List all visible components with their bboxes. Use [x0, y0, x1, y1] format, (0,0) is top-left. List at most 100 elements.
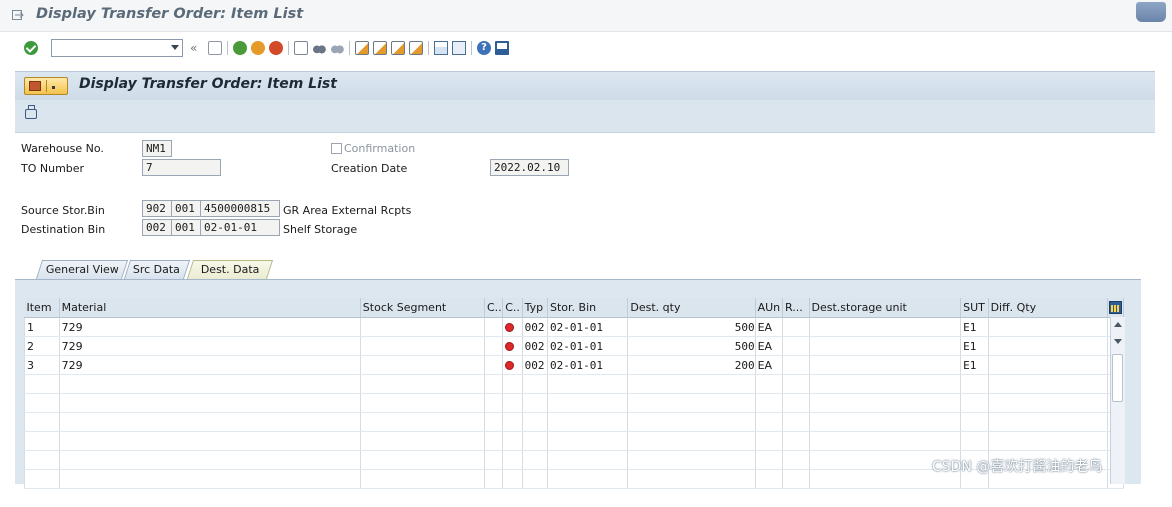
- warehouse-field[interactable]: NM1: [142, 140, 172, 157]
- table-row[interactable]: 3 729 002 02-01-01 200 EA E1: [24, 355, 1125, 375]
- source-bin-type-field[interactable]: 902: [142, 200, 172, 217]
- column-header[interactable]: C..: [484, 298, 504, 318]
- to-number-field[interactable]: 7: [142, 159, 221, 176]
- typ-cell: 002: [522, 355, 549, 375]
- layout-settings-icon[interactable]: [1109, 301, 1122, 314]
- menu-dropdown-icon: [52, 86, 55, 89]
- tab-src-data[interactable]: Src Data: [123, 260, 191, 279]
- window-title: Display Transfer Order: Item List: [36, 6, 304, 22]
- application-toolbar: [15, 100, 1155, 133]
- aun-cell: EA: [755, 336, 784, 356]
- creation-date-field[interactable]: 2022.02.10: [490, 159, 569, 176]
- save-icon[interactable]: [208, 41, 222, 55]
- source-bin-description: GR Area External Rcpts: [283, 204, 412, 217]
- dest-storage-unit-cell: [809, 317, 962, 337]
- find-icon[interactable]: [312, 41, 326, 55]
- empty-row[interactable]: [24, 431, 1125, 451]
- dest-qty-cell: 200: [627, 355, 756, 375]
- toolbar-icons: « ?: [190, 40, 513, 56]
- toolbar-separator: [349, 41, 350, 55]
- table-row[interactable]: 1 729 002 02-01-01 500 EA E1: [24, 317, 1125, 337]
- dest-bin-description: Shelf Storage: [283, 223, 358, 236]
- scroll-down-icon[interactable]: [1114, 339, 1122, 344]
- column-header[interactable]: Item: [24, 298, 60, 318]
- c1-cell: [484, 336, 504, 356]
- back-icon[interactable]: [233, 41, 247, 55]
- empty-row[interactable]: [24, 393, 1125, 413]
- status-red-icon: [505, 341, 515, 351]
- print-icon[interactable]: [25, 105, 37, 119]
- dest-bin-type-field[interactable]: 002: [142, 219, 172, 236]
- column-header[interactable]: AUn: [755, 298, 784, 318]
- r-cell: [782, 336, 810, 356]
- sut-cell: E1: [960, 336, 989, 356]
- typ-cell: 002: [522, 336, 549, 356]
- confirmation-label: Confirmation: [344, 142, 416, 155]
- page-title: Display Transfer Order: Item List: [79, 76, 337, 92]
- table-row[interactable]: 2 729 002 02-01-01 500 EA E1: [24, 336, 1125, 356]
- double-chevron-left-icon[interactable]: «: [190, 41, 204, 55]
- column-header[interactable]: Diff. Qty: [988, 298, 1108, 318]
- confirmation-checkbox[interactable]: [331, 143, 342, 154]
- column-header[interactable]: C..: [502, 298, 523, 318]
- last-page-icon[interactable]: [409, 41, 423, 55]
- sut-cell: E1: [960, 355, 989, 375]
- window-title-bar: Display Transfer Order: Item List: [0, 0, 1172, 32]
- item-cell: 1: [24, 317, 60, 337]
- typ-cell: 002: [522, 317, 549, 337]
- menu-separator: [46, 80, 47, 92]
- dest-bin-number-field[interactable]: 02-01-01: [200, 219, 280, 236]
- material-cell: 729: [59, 355, 361, 375]
- diff-qty-cell: [988, 355, 1108, 375]
- layout-menu-icon[interactable]: [495, 41, 509, 55]
- cancel-icon[interactable]: [269, 41, 283, 55]
- column-header[interactable]: Stor. Bin: [547, 298, 629, 318]
- empty-row[interactable]: [24, 412, 1125, 432]
- c1-cell: [484, 355, 504, 375]
- stor-bin-cell: 02-01-01: [547, 355, 629, 375]
- screen-title-bar: Display Transfer Order: Item List: [15, 71, 1155, 100]
- menu-button[interactable]: [24, 77, 68, 95]
- scroll-thumb[interactable]: [1112, 354, 1123, 402]
- r-cell: [782, 317, 810, 337]
- first-page-icon[interactable]: [355, 41, 369, 55]
- menu-icon: [29, 81, 41, 91]
- help-icon[interactable]: ?: [477, 41, 491, 55]
- column-header[interactable]: Dest. qty: [627, 298, 756, 318]
- print-icon[interactable]: [294, 41, 308, 55]
- column-header[interactable]: Stock Segment: [360, 298, 485, 318]
- dest-storage-unit-cell: [809, 355, 962, 375]
- system-toolbar: « ?: [0, 32, 1172, 64]
- source-bin-section-field[interactable]: 001: [171, 200, 201, 217]
- scroll-up-icon[interactable]: [1114, 322, 1122, 327]
- table-header: Item Material Stock Segment C.. C.. Typ …: [24, 298, 1125, 318]
- dest-bin-section-field[interactable]: 001: [171, 219, 201, 236]
- c1-cell: [484, 317, 504, 337]
- status-red-icon: [505, 322, 515, 332]
- enter-icon[interactable]: [24, 41, 38, 55]
- c2-cell: [502, 336, 523, 356]
- new-session-icon[interactable]: [434, 41, 448, 55]
- diff-qty-cell: [988, 336, 1108, 356]
- window-menu-icon[interactable]: [12, 9, 24, 21]
- next-page-icon[interactable]: [391, 41, 405, 55]
- stock-segment-cell: [360, 355, 485, 375]
- column-header[interactable]: SUT: [960, 298, 989, 318]
- material-cell: 729: [59, 336, 361, 356]
- empty-row[interactable]: [24, 374, 1125, 394]
- tab-dest-data[interactable]: Dest. Data: [186, 260, 274, 279]
- material-cell: 729: [59, 317, 361, 337]
- column-header[interactable]: Material: [59, 298, 361, 318]
- column-header[interactable]: R...: [782, 298, 810, 318]
- source-bin-number-field[interactable]: 4500000815: [200, 200, 280, 217]
- previous-page-icon[interactable]: [373, 41, 387, 55]
- shortcut-icon[interactable]: [452, 41, 466, 55]
- column-header[interactable]: Typ: [522, 298, 549, 318]
- exit-icon[interactable]: [251, 41, 265, 55]
- find-next-icon[interactable]: [330, 41, 344, 55]
- column-header[interactable]: Dest.storage unit: [809, 298, 962, 318]
- chevron-down-icon[interactable]: [171, 45, 179, 50]
- tab-general-view[interactable]: General View: [35, 260, 129, 279]
- command-field[interactable]: [51, 39, 183, 57]
- vertical-scrollbar[interactable]: [1110, 317, 1125, 484]
